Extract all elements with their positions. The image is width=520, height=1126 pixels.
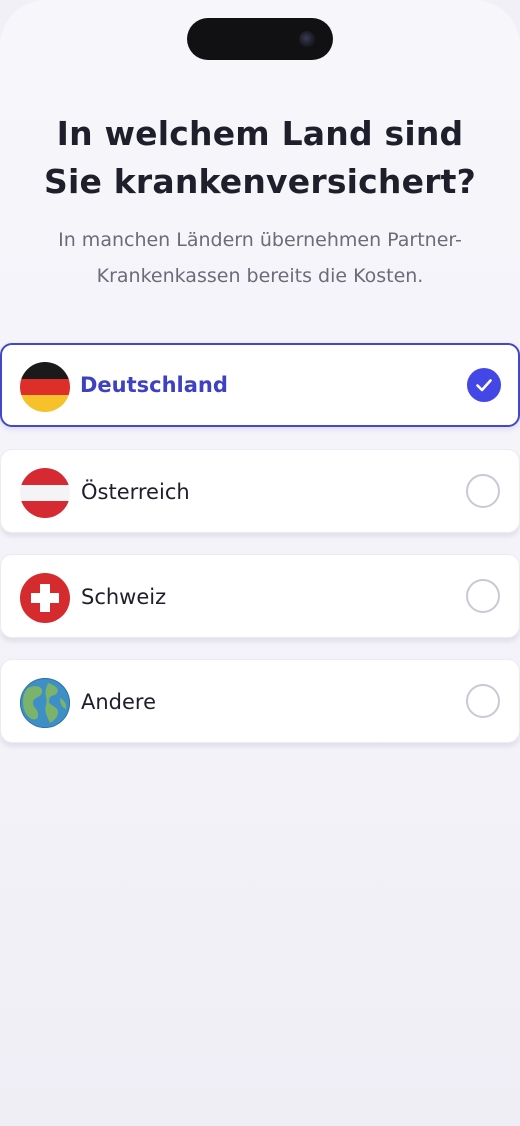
option-label: Deutschland: [80, 373, 228, 397]
option-label: Schweiz: [81, 585, 167, 609]
option-label: Österreich: [81, 480, 190, 504]
austria-flag-icon: [20, 468, 70, 518]
option-schweiz[interactable]: Schweiz: [0, 554, 520, 638]
option-label: Andere: [81, 690, 157, 714]
dynamic-island: [187, 18, 333, 60]
screen: In welchem Land sind Sie krankenversiche…: [0, 0, 520, 1126]
camera-icon: [299, 31, 315, 47]
page-title: In welchem Land sind Sie krankenversiche…: [43, 114, 476, 201]
radio-unchecked[interactable]: [466, 579, 500, 613]
page-subtitle: In manchen Ländern übernehmen Partner-Kr…: [58, 229, 462, 287]
option-andere[interactable]: Andere: [0, 659, 520, 743]
germany-flag-icon: [20, 362, 70, 412]
option-oesterreich[interactable]: Österreich: [0, 449, 520, 533]
radio-unchecked[interactable]: [466, 684, 500, 718]
globe-icon: [20, 678, 70, 728]
radio-unchecked[interactable]: [466, 474, 500, 508]
switzerland-flag-icon: [20, 573, 70, 623]
check-icon: [476, 379, 492, 392]
radio-checked[interactable]: [467, 368, 501, 402]
option-deutschland[interactable]: Deutschland: [0, 343, 520, 427]
